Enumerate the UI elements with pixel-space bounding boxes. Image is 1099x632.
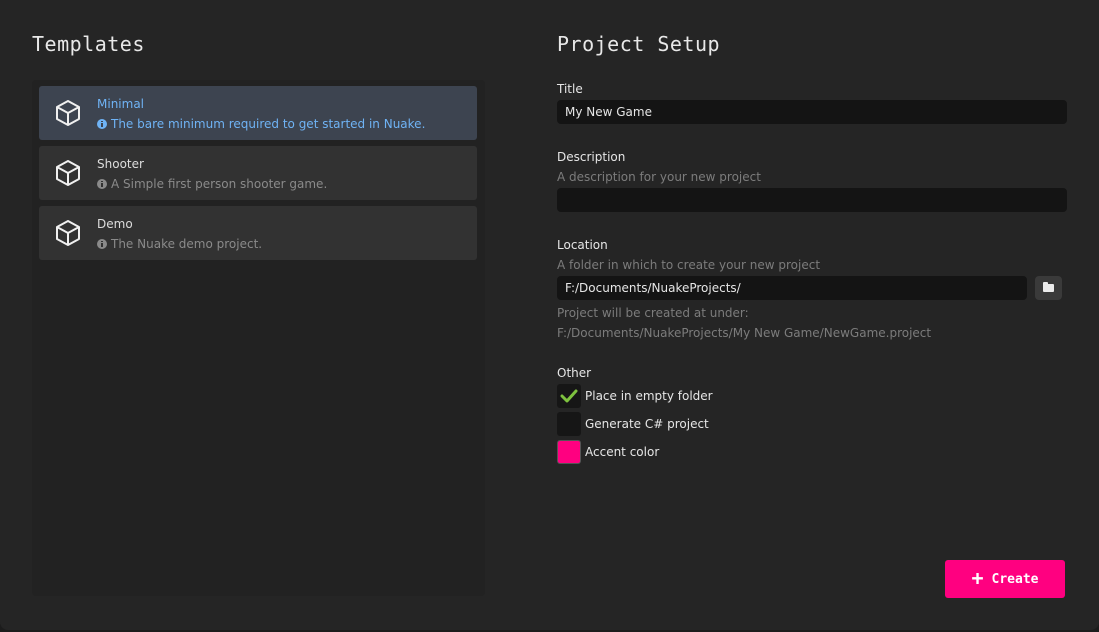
plus-icon: +: [971, 566, 984, 590]
create-button-label: Create: [991, 571, 1039, 587]
place-in-empty-folder-label: Place in empty folder: [585, 389, 713, 403]
templates-list: Minimal The bare minimum required to get…: [32, 80, 485, 596]
cube-icon: [56, 160, 80, 186]
generate-csharp-row: Generate C# project: [557, 412, 709, 436]
generate-csharp-checkbox[interactable]: [557, 412, 581, 436]
accent-color-swatch[interactable]: [557, 440, 581, 464]
location-hint: A folder in which to create your new pro…: [557, 258, 821, 272]
location-input[interactable]: [557, 276, 1027, 300]
template-description: The bare minimum required to get started…: [97, 117, 425, 131]
accent-color-label: Accent color: [585, 445, 660, 459]
new-project-window: Templates Project Setup Minimal The bare…: [0, 0, 1099, 630]
cube-icon: [56, 220, 80, 246]
templates-title: Templates: [32, 32, 145, 56]
generate-csharp-label: Generate C# project: [585, 417, 709, 431]
info-icon: [97, 119, 107, 129]
template-name: Demo: [97, 217, 133, 231]
description-label: Description: [557, 150, 626, 164]
template-description: The Nuake demo project.: [97, 237, 262, 251]
title-label: Title: [557, 82, 583, 96]
template-name: Minimal: [97, 97, 145, 111]
template-item-shooter[interactable]: Shooter A Simple first person shooter ga…: [39, 146, 477, 200]
info-icon: [97, 239, 107, 249]
create-button[interactable]: + Create: [945, 560, 1065, 598]
template-description-text: The bare minimum required to get started…: [111, 117, 426, 131]
cube-icon: [56, 100, 80, 126]
template-item-demo[interactable]: Demo The Nuake demo project.: [39, 206, 477, 260]
created-at-path: F:/Documents/NuakeProjects/My New Game/N…: [557, 326, 932, 340]
checkmark-icon: [560, 389, 578, 403]
accent-color-row: Accent color: [557, 440, 659, 464]
template-description: A Simple first person shooter game.: [97, 177, 327, 191]
description-input[interactable]: [557, 188, 1067, 212]
folder-icon: [1043, 282, 1054, 292]
description-hint: A description for your new project: [557, 170, 761, 184]
project-setup-title: Project Setup: [557, 32, 721, 56]
place-in-empty-folder-checkbox[interactable]: [557, 384, 581, 408]
template-name: Shooter: [97, 157, 144, 171]
info-icon: [97, 179, 107, 189]
created-at-label: Project will be created at under:: [557, 306, 749, 320]
template-item-minimal[interactable]: Minimal The bare minimum required to get…: [39, 86, 477, 140]
browse-folder-button[interactable]: [1035, 276, 1062, 300]
place-in-empty-folder-row: Place in empty folder: [557, 384, 713, 408]
template-description-text: The Nuake demo project.: [111, 237, 263, 251]
template-description-text: A Simple first person shooter game.: [111, 177, 328, 191]
location-label: Location: [557, 238, 608, 252]
other-label: Other: [557, 366, 592, 380]
title-input[interactable]: [557, 100, 1067, 124]
